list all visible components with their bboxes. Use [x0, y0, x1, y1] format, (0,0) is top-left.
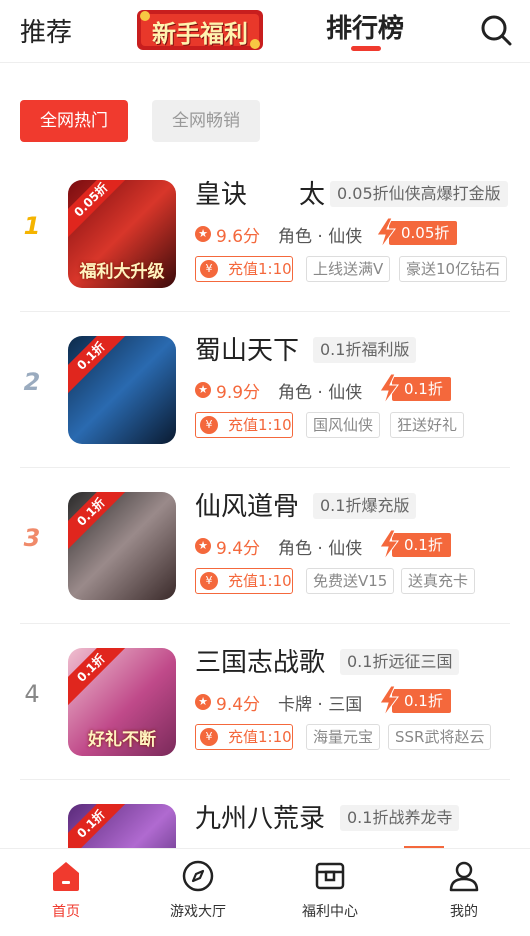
cover-discount-corner: 0.1折 [68, 336, 130, 395]
game-row[interactable]: 2 0.1折 蜀山天下 0.1折福利版 ★ 9.9分 角色 · 仙侠 0.1折 … [0, 312, 530, 468]
nav-label: 福利中心 [302, 904, 358, 920]
game-title[interactable]: 九州八荒录 [195, 798, 325, 835]
rank-number: 3 [23, 524, 41, 552]
recharge-badge: ¥ 充值1:10 [195, 568, 293, 594]
coin-icon: ¥ [200, 260, 218, 278]
cover-discount-corner: 0.05折 [68, 180, 130, 239]
star-icon: ★ [195, 382, 211, 398]
banner-text: 新手福利 [152, 20, 248, 48]
game-subtitle: 0.1折福利版 [313, 337, 417, 363]
star-icon: ★ [195, 694, 211, 710]
nav-label: 首页 [52, 904, 80, 920]
coin-icon: ¥ [200, 416, 218, 434]
nav-welfare-center[interactable]: 福利中心 [264, 849, 396, 921]
game-subtitle: 0.05折仙侠高爆打金版 [330, 181, 508, 207]
filter-bestselling[interactable]: 全网畅销 [152, 100, 260, 142]
search-icon [481, 15, 512, 46]
game-title[interactable]: 三国志战歌 [195, 642, 325, 679]
nav-profile[interactable]: 我的 [398, 849, 530, 921]
game-tag: 豪送10亿钻石 [399, 256, 508, 282]
star-icon: ★ [195, 538, 211, 554]
discount-label: 0.1折 [392, 533, 451, 557]
game-title[interactable]: 皇诀 太 [195, 174, 325, 211]
coin-icon: ¥ [200, 572, 218, 590]
tab-ranking[interactable]: 排行榜 [326, 8, 404, 45]
tab-ranking-indicator [351, 46, 381, 51]
star-icon: ★ [195, 226, 211, 242]
game-score: 9.4分 [216, 695, 261, 715]
coin-icon: ¥ [200, 728, 218, 746]
game-cover[interactable]: 0.05折 福利大升级 [68, 180, 176, 288]
game-score: 9.9分 [216, 383, 261, 403]
discount-label: 0.05折 [389, 221, 458, 245]
game-tag: 狂送好礼 [390, 412, 465, 438]
lightning-icon [379, 374, 399, 404]
game-row[interactable]: 3 0.1折 仙风道骨 0.1折爆充版 ★ 9.4分 角色 · 仙侠 0.1折 … [0, 468, 530, 624]
nav-game-hall[interactable]: 游戏大厅 [132, 849, 264, 921]
game-tag: 海量元宝 [306, 724, 381, 750]
game-genre: 角色 · 仙侠 [278, 227, 363, 247]
recharge-label: 充值1:10 [228, 416, 292, 434]
recharge-badge: ¥ 充值1:10 [195, 412, 293, 438]
game-score: 9.4分 [216, 539, 261, 559]
recharge-badge: ¥ 充值1:10 [195, 256, 293, 282]
game-row[interactable]: 1 0.05折 福利大升级 皇诀 太 0.05折仙侠高爆打金版 ★ 9.6分 角… [0, 156, 530, 312]
game-tag: 送真充卡 [401, 568, 476, 594]
rank-number: 4 [24, 680, 40, 708]
game-score: 9.6分 [216, 227, 261, 247]
recharge-label: 充值1:10 [228, 572, 292, 590]
cover-discount-corner: 0.1折 [68, 648, 130, 707]
newbie-welfare-banner[interactable]: 新手福利 [133, 4, 267, 54]
lightning-icon [379, 686, 399, 716]
top-bar: 推荐 新手福利 排行榜 [0, 0, 530, 63]
game-genre: 角色 · 仙侠 [278, 539, 363, 559]
game-row[interactable]: 4 0.1折 好礼不断 三国志战歌 0.1折远征三国 ★ 9.4分 卡牌 · 三… [0, 624, 530, 780]
game-tag: 免费送V15 [306, 568, 395, 594]
compass-icon [182, 860, 214, 892]
game-cover[interactable]: 0.1折 好礼不断 [68, 648, 176, 756]
game-genre: 角色 · 仙侠 [278, 383, 363, 403]
discount-label: 0.1折 [392, 689, 451, 713]
lightning-icon [379, 530, 399, 560]
game-title[interactable]: 蜀山天下 [195, 330, 299, 367]
discount-label: 0.1折 [392, 377, 451, 401]
lightning-icon [376, 218, 396, 248]
nav-home[interactable]: 首页 [0, 849, 132, 921]
game-subtitle: 0.1折远征三国 [340, 649, 460, 675]
game-subtitle: 0.1折战养龙寺 [340, 805, 460, 831]
game-cover[interactable]: 0.1折 [68, 336, 176, 444]
recharge-label: 充值1:10 [228, 260, 292, 278]
rank-number: 1 [23, 212, 41, 240]
gift-box-icon [315, 862, 345, 890]
filter-hot[interactable]: 全网热门 [20, 100, 128, 142]
bottom-navigation: 首页 游戏大厅 福利中心 我的 [0, 848, 530, 921]
game-tag: SSR武将赵云 [388, 724, 492, 750]
cover-art-text: 好礼不断 [88, 730, 156, 750]
game-genre: 卡牌 · 三国 [278, 695, 363, 715]
recharge-label: 充值1:10 [228, 728, 292, 746]
game-title[interactable]: 仙风道骨 [195, 486, 299, 523]
game-tag: 国风仙侠 [306, 412, 381, 438]
game-subtitle: 0.1折爆充版 [313, 493, 417, 519]
recharge-badge: ¥ 充值1:10 [195, 724, 293, 750]
user-icon [449, 861, 479, 892]
rank-number: 2 [23, 368, 41, 396]
tab-recommend[interactable]: 推荐 [20, 12, 72, 49]
game-tag: 上线送满V [306, 256, 391, 282]
home-icon [53, 862, 79, 891]
cover-art-text: 福利大升级 [79, 262, 165, 282]
nav-label: 我的 [450, 904, 478, 920]
cover-discount-corner: 0.1折 [68, 492, 130, 551]
search-button[interactable] [478, 12, 514, 48]
nav-label: 游戏大厅 [170, 904, 226, 920]
game-cover[interactable]: 0.1折 [68, 492, 176, 600]
